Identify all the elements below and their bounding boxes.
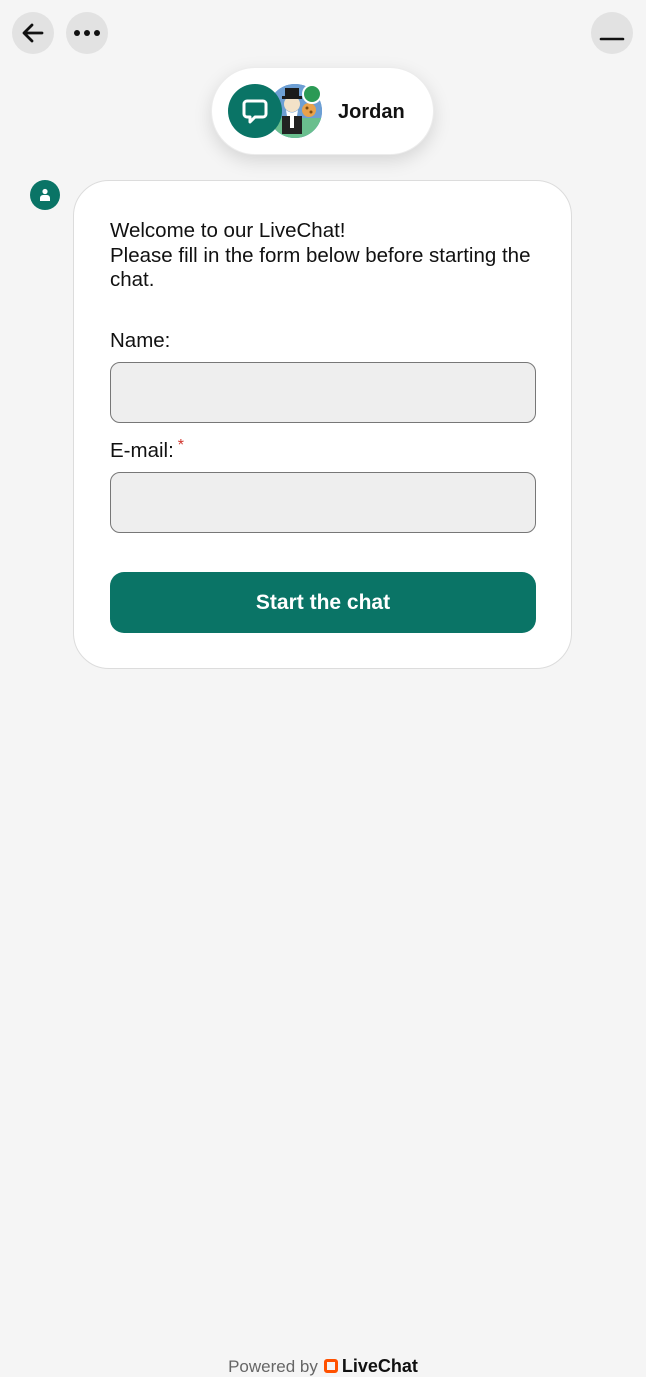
arrow-left-icon [22, 23, 44, 43]
email-input[interactable] [110, 472, 536, 533]
livechat-logo-icon [323, 1359, 338, 1373]
name-label-text: Name: [110, 329, 171, 352]
minimize-button[interactable] [591, 12, 633, 54]
powered-by-text: Powered by [228, 1357, 318, 1376]
bot-icon [40, 188, 50, 201]
agent-name: Jordan [338, 101, 405, 123]
chat-bubble-icon [242, 99, 268, 124]
more-horizontal-icon [74, 30, 100, 36]
livechat-brand-link[interactable]: LiveChat [342, 1356, 418, 1376]
name-input[interactable] [110, 362, 536, 423]
bot-avatar [30, 180, 60, 210]
back-button[interactable] [12, 12, 54, 54]
name-label: Name: [110, 329, 170, 353]
more-options-button[interactable] [66, 12, 108, 54]
start-chat-button[interactable]: Start the chat [110, 572, 536, 633]
prechat-form-card: Welcome to our LiveChat! Please fill in … [73, 180, 572, 669]
minimize-icon [599, 37, 625, 41]
welcome-message: Welcome to our LiveChat! Please fill in … [110, 219, 540, 293]
agent-header: Jordan [211, 67, 434, 155]
chat-logo [228, 84, 282, 138]
email-label-text: E-mail: [110, 439, 174, 462]
welcome-line-2: Please fill in the form below before sta… [110, 243, 531, 292]
powered-by-footer: Powered by LiveChat [0, 1356, 646, 1377]
email-label: E-mail: * [110, 437, 185, 463]
online-status-indicator [302, 84, 322, 104]
required-asterisk: * [177, 437, 185, 454]
welcome-line-1: Welcome to our LiveChat! [110, 219, 346, 242]
